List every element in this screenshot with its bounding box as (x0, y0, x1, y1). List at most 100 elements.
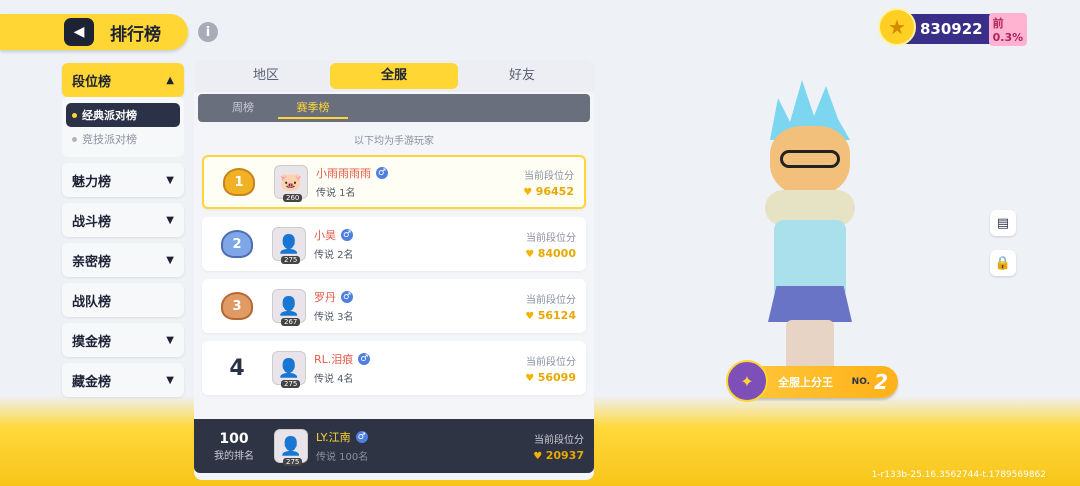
mobile-note: 以下均为手游玩家 (354, 136, 434, 147)
level-badge: 275 (283, 458, 303, 466)
dot-icon (72, 136, 77, 142)
rank-tag-text: 全服上分王 (778, 376, 833, 389)
leaderboard-panel: 地区 全服 好友 周榜 赛季榜 以下均为手游玩家 1 🐷 260 小雨雨雨雨 ♂ 传… (194, 60, 594, 480)
character-skirt (768, 286, 852, 322)
points-label: 当前段位分 (526, 294, 576, 306)
points-label: 当前段位分 (526, 356, 576, 368)
my-rank-row[interactable]: 100 我的排名 👤275 LY.江南 ♂ 传说 100名 当前段位分 20937 (194, 419, 594, 473)
points-label: 当前段位分 (524, 170, 574, 182)
tab-friends[interactable]: 好友 (458, 63, 586, 89)
player-title: 传说 4名 (314, 374, 354, 385)
scope-tabs: 地区 全服 好友 (194, 60, 594, 92)
sidebar: 段位榜 ▲ 经典派对榜 竞技派对榜 魅力榜 ▼ 战斗榜 ▼ 亲密榜 ▼ 战队榜 … (62, 63, 184, 403)
lock-add-button[interactable]: 🔒 (990, 250, 1016, 276)
sidebar-item-rank[interactable]: 段位榜 ▲ (62, 63, 184, 97)
avatar[interactable]: 👤 275 (272, 351, 306, 388)
sidebar-subitem-competitive[interactable]: 竞技派对榜 (66, 127, 180, 151)
level-badge: 260 (283, 194, 303, 202)
rank-badge: 4 (202, 356, 272, 381)
dot-icon (72, 112, 77, 118)
player-name: 小雨雨雨雨 (316, 167, 371, 180)
gold-medal-icon: 1 (223, 168, 255, 196)
tab-season[interactable]: 赛季榜 (278, 97, 348, 119)
rank-number: 4 (229, 355, 245, 381)
avatar[interactable]: 👤 267 (272, 289, 306, 326)
player-title: 传说 2名 (314, 250, 354, 261)
chevron-down-icon: ▼ (166, 214, 174, 226)
male-icon: ♂ (341, 291, 353, 303)
tab-server[interactable]: 全服 (330, 63, 458, 89)
score-pill: ★ 830922 前0.3% (878, 8, 1028, 46)
sidebar-item-team[interactable]: 战队榜 (62, 283, 184, 317)
sidebar-item-gold-hunt[interactable]: 摸金榜 ▼ (62, 323, 184, 357)
emblem-icon: ✦ (726, 360, 768, 402)
player-title: 传说 3名 (314, 312, 354, 323)
table-row[interactable]: 3 👤267 罗丹 ♂ 传说 3名 当前段位分 56124 (202, 279, 586, 333)
back-button[interactable]: ◀ (64, 18, 94, 46)
character-glasses (780, 150, 840, 168)
table-row[interactable]: 4 👤275 RL.泪痕 ♂ 传说 4名 当前段位分 56099 (202, 341, 586, 395)
my-rank-number: 100 (219, 430, 249, 447)
points-value: 84000 (496, 247, 576, 260)
points-value: 20937 (504, 449, 584, 462)
sidebar-subgroup: 经典派对榜 竞技派对榜 (62, 97, 184, 157)
sidebar-item-label: 摸金榜 (72, 334, 112, 350)
avatar[interactable]: 👤 275 (272, 227, 306, 264)
bronze-medal-icon: 3 (221, 292, 253, 320)
sidebar-item-charm[interactable]: 魅力榜 ▼ (62, 163, 184, 197)
player-title: 传说 1名 (316, 188, 356, 199)
level-badge: 275 (281, 256, 301, 264)
period-tabs: 周榜 赛季榜 (198, 94, 590, 122)
table-row[interactable]: 1 🐷260 小雨雨雨雨 ♂ 传说 1名 当前段位分 96452 (202, 155, 586, 209)
silver-medal-icon: 2 (221, 230, 253, 258)
sidebar-item-label: 战斗榜 (72, 214, 112, 230)
male-icon: ♂ (341, 229, 353, 241)
points-value: 56124 (496, 309, 576, 322)
tab-weekly[interactable]: 周榜 (208, 97, 278, 119)
player-title: 传说 100名 (316, 452, 369, 463)
player-name: 小昊 (314, 229, 336, 242)
avatar[interactable]: 🐷 260 (274, 165, 308, 202)
sidebar-item-gold-hoard[interactable]: 藏金榜 ▼ (62, 363, 184, 397)
subitem-label: 经典派对榜 (82, 109, 137, 122)
tab-region[interactable]: 地区 (202, 63, 330, 89)
document-icon: ▤ (996, 215, 1010, 231)
version-text: 1-r133b-25.16.3562744-t.1789569862 (871, 470, 1046, 480)
male-icon: ♂ (376, 167, 388, 179)
document-button[interactable]: ▤ (990, 210, 1016, 236)
back-arrow-icon: ◀ (73, 24, 85, 40)
sidebar-item-intimacy[interactable]: 亲密榜 ▼ (62, 243, 184, 277)
player-character (730, 80, 890, 380)
rank-tag-no: NO. (851, 377, 871, 387)
chevron-down-icon: ▼ (166, 254, 174, 266)
table-row[interactable]: 2 👤275 小昊 ♂ 传说 2名 当前段位分 84000 (202, 217, 586, 271)
title-bar: 排行榜 (0, 14, 188, 50)
level-badge: 275 (281, 380, 301, 388)
player-name: LY.江南 (316, 431, 351, 444)
player-name: 罗丹 (314, 291, 336, 304)
sidebar-item-battle[interactable]: 战斗榜 ▼ (62, 203, 184, 237)
points-value: 56099 (496, 371, 576, 384)
info-icon[interactable]: i (198, 22, 218, 42)
sidebar-item-label: 亲密榜 (72, 254, 112, 270)
chevron-down-icon: ▼ (166, 174, 174, 186)
page-title: 排行榜 (110, 24, 161, 45)
male-icon: ♂ (358, 353, 371, 365)
sidebar-item-label: 战队榜 (72, 294, 112, 310)
rank-tag-number: 2 (874, 370, 888, 394)
lock-icon: 🔒 (994, 255, 1012, 271)
player-name: RL.泪痕 (314, 353, 354, 366)
score-value: 830922 (920, 20, 983, 38)
sidebar-subitem-classic[interactable]: 经典派对榜 (66, 103, 180, 127)
points-label: 当前段位分 (534, 434, 584, 446)
rank-badge: 2 (202, 230, 272, 258)
chevron-down-icon: ▼ (166, 334, 174, 346)
male-icon: ♂ (355, 431, 368, 443)
avatar[interactable]: 👤 275 (274, 429, 308, 466)
score-percent: 前0.3% (988, 12, 1028, 46)
rank-title-tag: ✦ 全服上分王 NO. 2 (726, 360, 898, 402)
sidebar-item-label: 段位榜 (72, 74, 112, 90)
sidebar-item-label: 魅力榜 (72, 174, 112, 190)
my-rank-label: 我的排名 (214, 450, 254, 462)
sidebar-item-label: 藏金榜 (72, 374, 112, 390)
